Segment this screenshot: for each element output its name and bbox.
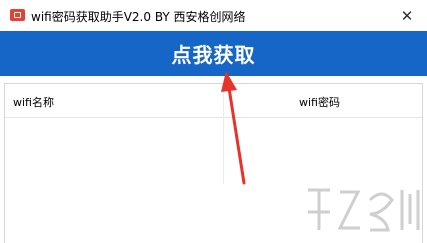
column-header-wifi-password[interactable]: wifi密码 [299,94,340,110]
get-password-button[interactable]: 点我获取 [0,31,427,76]
app-icon [10,9,25,21]
close-button[interactable]: ✕ [387,0,427,31]
table-header: wifi名称 wifi密码 [5,84,422,118]
title-bar: wifi密码获取助手V2.0 BY 西安格创网络 ✕ [0,0,427,31]
column-divider [223,84,224,184]
column-header-wifi-name[interactable]: wifi名称 [13,94,54,110]
get-password-label: 点我获取 [171,43,256,67]
window-title: wifi密码获取助手V2.0 BY 西安格创网络 [31,10,246,24]
wifi-table: wifi名称 wifi密码 [4,83,423,243]
